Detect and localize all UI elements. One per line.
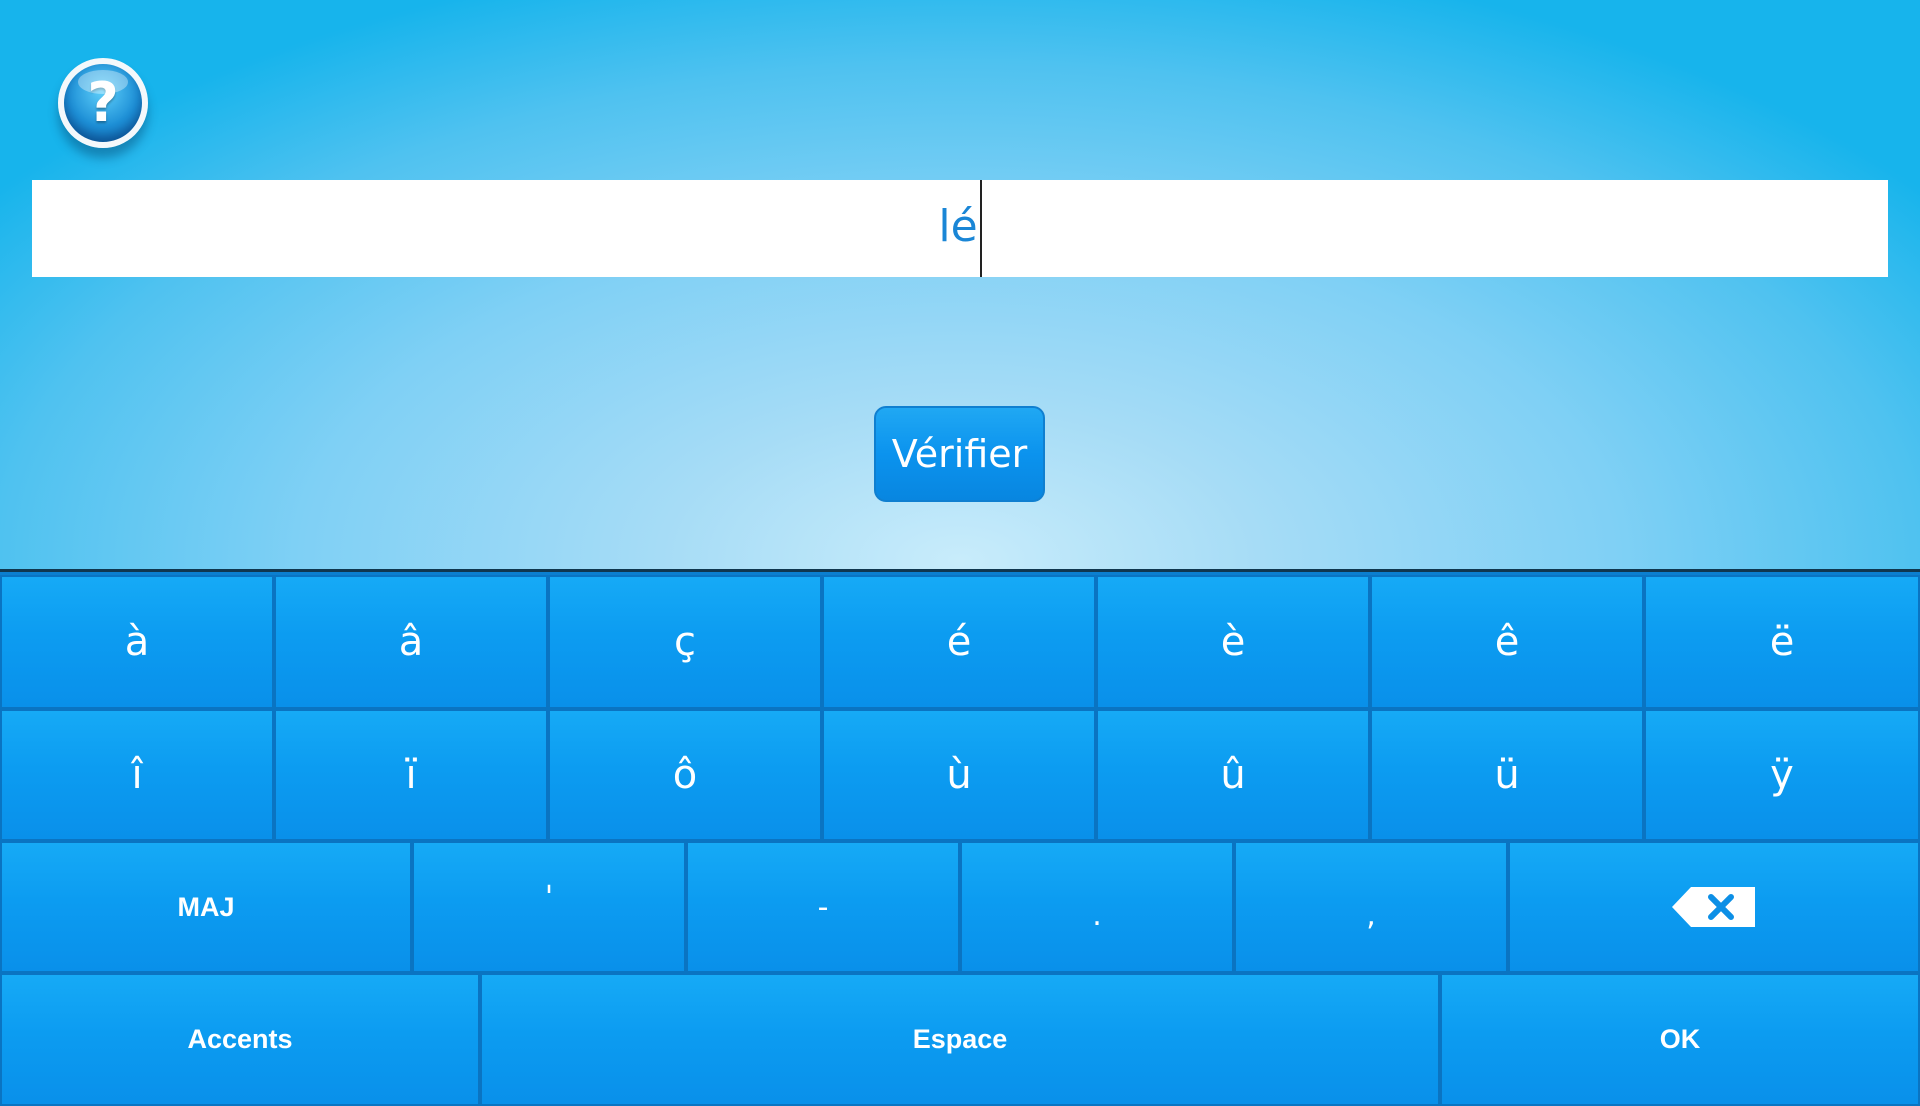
key-c-cedilla[interactable]: ç	[548, 575, 822, 709]
key-e-circumflex[interactable]: ê	[1370, 575, 1644, 709]
key-a-circumflex[interactable]: â	[274, 575, 548, 709]
accents-key[interactable]: Accents	[0, 973, 480, 1106]
key-e-diaeresis[interactable]: ë	[1644, 575, 1920, 709]
key-period-label: .	[1092, 897, 1102, 933]
key-hyphen[interactable]: -	[686, 841, 960, 973]
text-caret	[979, 180, 982, 277]
ok-key[interactable]: OK	[1440, 973, 1920, 1106]
key-a-grave[interactable]: à	[0, 575, 274, 709]
key-y-diaeresis[interactable]: ÿ	[1644, 709, 1920, 841]
content-area: ? lé Vérifier	[0, 0, 1920, 572]
key-period[interactable]: .	[960, 841, 1234, 973]
key-u-grave[interactable]: ù	[822, 709, 1096, 841]
key-i-diaeresis[interactable]: ï	[274, 709, 548, 841]
answer-text: lé	[938, 201, 978, 252]
key-e-grave[interactable]: è	[1096, 575, 1370, 709]
question-mark-icon: ?	[87, 71, 119, 134]
backspace-icon	[1672, 887, 1755, 927]
key-apostrophe[interactable]: '	[412, 841, 686, 973]
verify-button[interactable]: Vérifier	[874, 406, 1045, 502]
key-o-circumflex[interactable]: ô	[548, 709, 822, 841]
answer-input[interactable]: lé	[32, 180, 1888, 277]
shift-key[interactable]: MAJ	[0, 841, 412, 973]
space-key[interactable]: Espace	[480, 973, 1440, 1106]
backspace-key[interactable]	[1508, 841, 1920, 973]
key-comma-label: ,	[1366, 897, 1376, 933]
key-apostrophe-label: '	[544, 879, 554, 915]
key-i-circumflex[interactable]: î	[0, 709, 274, 841]
app-screen: ? lé Vérifier à â ç é è ê ë î ï ô ù û ü …	[0, 0, 1920, 1106]
on-screen-keyboard: à â ç é è ê ë î ï ô ù û ü ÿ MAJ ' - . ,	[0, 575, 1920, 1106]
key-u-circumflex[interactable]: û	[1096, 709, 1370, 841]
key-u-diaeresis[interactable]: ü	[1370, 709, 1644, 841]
key-comma[interactable]: ,	[1234, 841, 1508, 973]
key-e-acute[interactable]: é	[822, 575, 1096, 709]
help-button[interactable]: ?	[58, 58, 148, 148]
